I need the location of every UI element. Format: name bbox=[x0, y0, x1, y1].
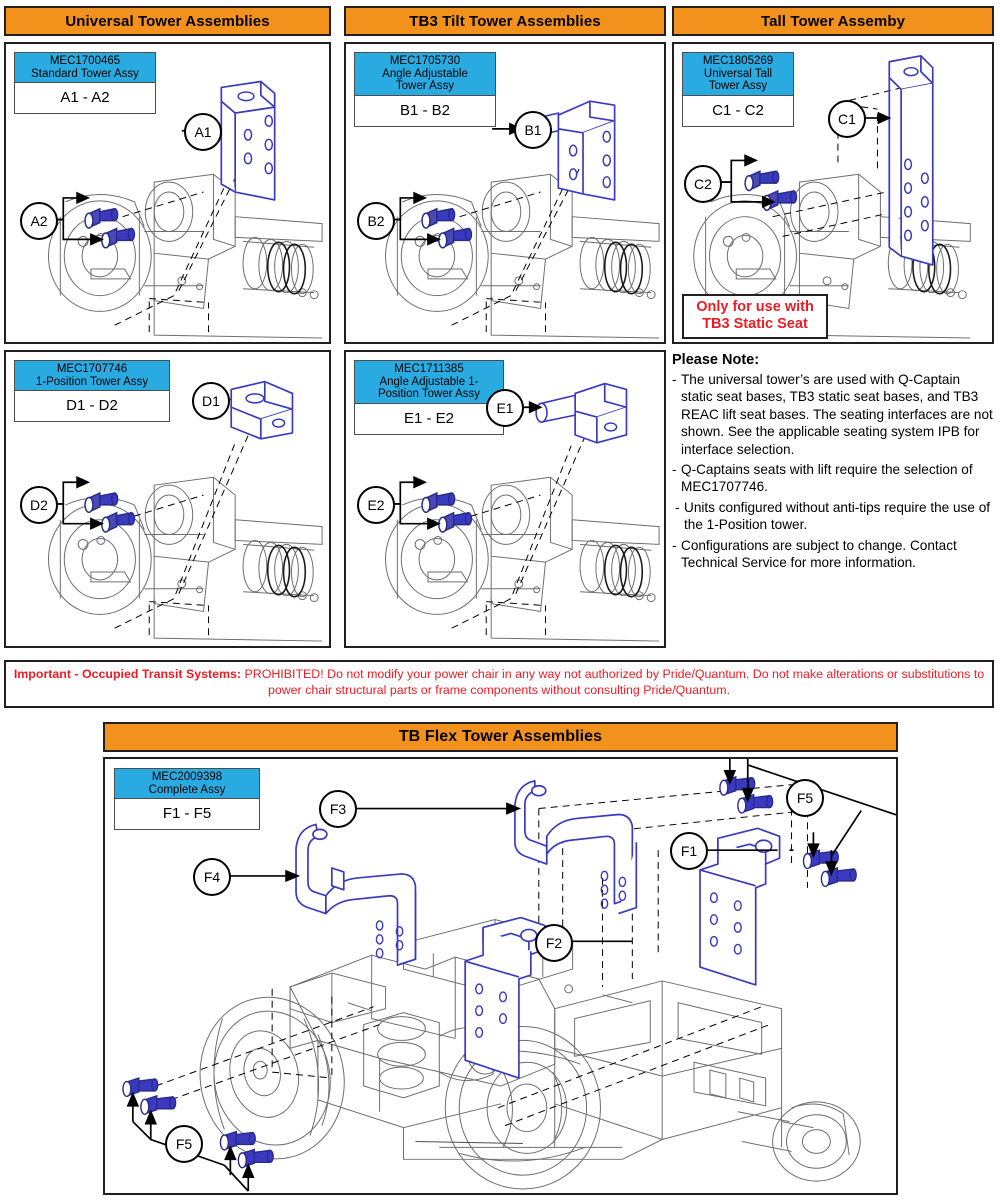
part-label-c: MEC1805269 Universal Tall Tower Assy C1 … bbox=[682, 52, 794, 127]
callout-f3: F3 bbox=[319, 790, 357, 828]
note-text: Q-Captains seats with lift require the s… bbox=[681, 462, 973, 495]
note-text: The universal tower’s are used with Q-Ca… bbox=[681, 372, 993, 457]
part-range-f: F1 - F5 bbox=[162, 805, 212, 823]
panel-one-position-tower: MEC1707746 1-Position Tower Assy D1 - D2… bbox=[4, 350, 331, 648]
note-bullet: - bbox=[672, 462, 677, 478]
panel-tb-flex-tower: MEC2009398 Complete Assy F1 - F5 F1 F2 F… bbox=[103, 757, 898, 1195]
warning-line-2: TB3 Static Seat bbox=[702, 316, 808, 332]
part-number-a: MEC1700465 Standard Tower Assy bbox=[15, 53, 155, 84]
part-number-e: MEC1711385 Angle Adjustable 1- Position … bbox=[355, 361, 503, 404]
callout-e1: E1 bbox=[486, 389, 524, 427]
section-title: Tall Tower Assemby bbox=[760, 12, 906, 30]
callout-b2: B2 bbox=[357, 202, 395, 240]
callout-c1: C1 bbox=[828, 100, 866, 138]
part-number-b: MEC1705730 Angle Adjustable Tower Assy bbox=[355, 53, 495, 96]
callout-f5-lower: F5 bbox=[165, 1125, 203, 1163]
callout-f5-upper: F5 bbox=[786, 779, 824, 817]
section-header-tbflex: TB Flex Tower Assemblies bbox=[103, 722, 898, 752]
please-note-block: Please Note: - The universal tower’s are… bbox=[672, 352, 994, 648]
transit-warning-heading: Important - Occupied Transit Systems: bbox=[13, 667, 242, 681]
note-item: - Units configured without anti-tips req… bbox=[672, 499, 994, 534]
part-label-f: MEC2009398 Complete Assy F1 - F5 bbox=[114, 768, 260, 831]
callout-d2: D2 bbox=[20, 486, 58, 524]
part-range-a: A1 - A2 bbox=[60, 89, 110, 107]
callout-a2: A2 bbox=[20, 202, 58, 240]
note-item: - Q-Captains seats with lift require the… bbox=[672, 461, 994, 496]
note-item: - The universal tower’s are used with Q-… bbox=[672, 371, 994, 458]
note-text: Units configured without anti-tips requi… bbox=[684, 499, 991, 533]
callout-f1: F1 bbox=[670, 832, 708, 870]
callout-e2: E2 bbox=[357, 486, 395, 524]
part-label-a: MEC1700465 Standard Tower Assy A1 - A2 bbox=[14, 52, 156, 115]
note-item: - Configurations are subject to change. … bbox=[672, 537, 994, 572]
note-text: Configurations are subject to change. Co… bbox=[681, 537, 957, 571]
transit-warning-banner: Important - Occupied Transit Systems: PR… bbox=[4, 660, 994, 708]
part-range-e: E1 - E2 bbox=[403, 409, 455, 427]
part-range-d: D1 - D2 bbox=[66, 397, 118, 415]
section-header-tall: Tall Tower Assemby bbox=[672, 6, 994, 36]
callout-f4: F4 bbox=[193, 858, 231, 896]
part-label-e: MEC1711385 Angle Adjustable 1- Position … bbox=[354, 360, 504, 435]
section-header-tb3tilt: TB3 Tilt Tower Assemblies bbox=[344, 6, 666, 36]
callout-a1: A1 bbox=[184, 113, 222, 151]
please-note-list: - The universal tower’s are used with Q-… bbox=[672, 371, 994, 571]
part-label-b: MEC1705730 Angle Adjustable Tower Assy B… bbox=[354, 52, 496, 127]
note-bullet: - bbox=[672, 537, 677, 553]
part-number-c: MEC1805269 Universal Tall Tower Assy bbox=[683, 53, 793, 96]
panel-universal-standard: MEC1700465 Standard Tower Assy A1 - A2 A… bbox=[4, 42, 331, 344]
transit-warning-body: PROHIBITED! Do not modify your power cha… bbox=[241, 667, 985, 697]
callout-d1: D1 bbox=[192, 382, 230, 420]
panel-tall-tower: MEC1805269 Universal Tall Tower Assy C1 … bbox=[672, 42, 994, 344]
warning-line-1: Only for use with bbox=[696, 299, 814, 315]
part-range-c: C1 - C2 bbox=[712, 101, 764, 119]
callout-b1: B1 bbox=[514, 111, 552, 149]
panel-tb3tilt-angle-adjustable: MEC1705730 Angle Adjustable Tower Assy B… bbox=[344, 42, 666, 344]
part-name-e: Angle Adjustable 1- Position Tower Assy bbox=[377, 375, 481, 401]
part-name-b: Angle Adjustable Tower Assy bbox=[382, 67, 468, 93]
part-number-d: MEC1707746 1-Position Tower Assy bbox=[15, 361, 169, 392]
callout-f2: F2 bbox=[535, 924, 573, 962]
part-number-f: MEC2009398 Complete Assy bbox=[115, 769, 259, 800]
section-header-universal: Universal Tower Assemblies bbox=[4, 6, 331, 36]
note-bullet: - bbox=[672, 372, 677, 387]
section-title: TB Flex Tower Assemblies bbox=[398, 728, 603, 745]
part-range-b: B1 - B2 bbox=[399, 101, 451, 119]
tall-tower-warning: Only for use with TB3 Static Seat bbox=[682, 294, 828, 339]
section-title: TB3 Tilt Tower Assemblies bbox=[409, 12, 601, 30]
please-note-title: Please Note: bbox=[672, 352, 760, 368]
part-label-d: MEC1707746 1-Position Tower Assy D1 - D2 bbox=[14, 360, 170, 423]
part-name-c: Universal Tall Tower Assy bbox=[703, 67, 773, 93]
panel-angle-adjustable-one-position: MEC1711385 Angle Adjustable 1- Position … bbox=[344, 350, 666, 648]
section-title: Universal Tower Assemblies bbox=[65, 12, 270, 30]
callout-c2: C2 bbox=[684, 165, 722, 203]
note-bullet: - bbox=[675, 499, 680, 515]
